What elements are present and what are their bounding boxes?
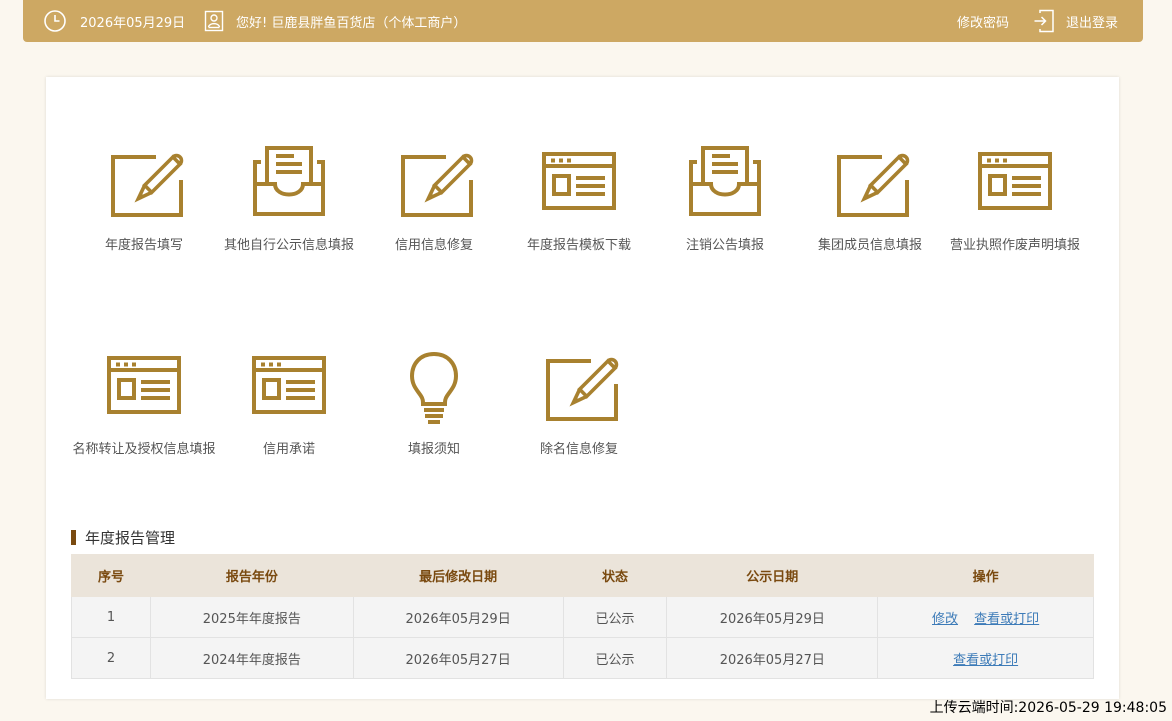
tile-label: 填报须知 xyxy=(407,442,460,457)
annual-report-section-title: 年度报告管理 xyxy=(71,528,176,547)
tile-annual-report-fill[interactable]: 年度报告填写 xyxy=(71,142,217,255)
tile-credit-commitment[interactable]: 信用承诺 xyxy=(216,346,362,459)
tile-label: 年度报告填写 xyxy=(104,238,183,253)
inbox-tray-icon xyxy=(253,146,325,216)
cell-modified: 2026年05月27日 xyxy=(352,637,564,679)
edit-pencil-icon xyxy=(546,355,619,421)
cell-publish: 2026年05月29日 xyxy=(666,596,879,638)
date-display: 2026年05月29日 xyxy=(43,0,185,42)
lightbulb-icon xyxy=(410,352,458,424)
top-header-bar: 2026年05月29日 您好! 巨鹿县胖鱼百货店（个体工商户） 修改密码 退出登… xyxy=(23,0,1143,42)
cell-actions: 修改 查看或打印 xyxy=(877,596,1094,638)
column-header-publish: 公示日期 xyxy=(666,554,879,597)
cell-year: 2025年年度报告 xyxy=(149,596,354,638)
column-header-modified: 最后修改日期 xyxy=(352,554,564,597)
column-header-index: 序号 xyxy=(71,554,151,597)
tile-group-member-fill[interactable]: 集团成员信息填报 xyxy=(797,142,943,255)
edit-pencil-icon xyxy=(837,151,910,217)
tile-removal-repair[interactable]: 除名信息修复 xyxy=(506,346,652,459)
cell-index: 1 xyxy=(71,596,151,638)
tile-label: 注销公告填报 xyxy=(685,238,764,253)
cell-status: 已公示 xyxy=(562,596,668,638)
edit-report-link[interactable]: 修改 xyxy=(932,612,958,627)
section-accent-bar xyxy=(71,529,76,545)
tile-filing-instructions[interactable]: 填报须知 xyxy=(361,346,507,459)
tile-name-transfer-fill[interactable]: 名称转让及授权信息填报 xyxy=(71,346,217,459)
tile-template-download[interactable]: 年度报告模板下载 xyxy=(506,142,652,255)
table-row: 1 2025年年度报告 2026年05月29日 已公示 2026年05月29日 … xyxy=(71,596,1094,638)
cell-year: 2024年年度报告 xyxy=(149,637,354,679)
table-row: 2 2024年年度报告 2026年05月27日 已公示 2026年05月27日 … xyxy=(71,637,1094,679)
table-header-row: 序号 报告年份 最后修改日期 状态 公示日期 操作 xyxy=(71,554,1094,597)
section-title-text: 年度报告管理 xyxy=(85,528,176,547)
browser-window-icon xyxy=(978,152,1052,210)
tile-credit-repair[interactable]: 信用信息修复 xyxy=(361,142,507,255)
tile-label: 营业执照作废声明填报 xyxy=(949,238,1080,253)
user-badge-icon xyxy=(204,10,224,32)
browser-window-icon xyxy=(542,152,616,210)
logout-icon xyxy=(1034,9,1054,33)
upload-time: 上传云端时间:2026-05-29 19:48:05 xyxy=(929,700,1167,716)
column-header-status: 状态 xyxy=(562,554,668,597)
tile-label: 信用承诺 xyxy=(262,442,315,457)
tile-license-void-statement[interactable]: 营业执照作废声明填报 xyxy=(942,142,1088,255)
edit-pencil-icon xyxy=(401,151,474,217)
view-print-link[interactable]: 查看或打印 xyxy=(953,653,1018,668)
edit-pencil-icon xyxy=(111,151,184,217)
cell-publish: 2026年05月27日 xyxy=(666,637,879,679)
browser-window-icon xyxy=(107,356,181,414)
tile-label: 除名信息修复 xyxy=(539,442,618,457)
cell-status: 已公示 xyxy=(562,637,668,679)
browser-window-icon xyxy=(252,356,326,414)
cell-index: 2 xyxy=(71,637,151,679)
tile-label: 集团成员信息填报 xyxy=(817,238,922,253)
column-header-actions: 操作 xyxy=(877,554,1094,597)
tile-cancellation-notice[interactable]: 注销公告填报 xyxy=(652,142,798,255)
tile-other-publicity-fill[interactable]: 其他自行公示信息填报 xyxy=(216,142,362,255)
annual-report-table: 序号 报告年份 最后修改日期 状态 公示日期 操作 1 2025年年度报告 20… xyxy=(71,554,1094,679)
change-password-link[interactable]: 修改密码 xyxy=(957,0,1009,42)
tile-label: 其他自行公示信息填报 xyxy=(223,238,354,253)
view-print-link[interactable]: 查看或打印 xyxy=(974,612,1039,627)
logout-button[interactable]: 退出登录 xyxy=(1033,0,1118,42)
user-greeting: 您好! 巨鹿县胖鱼百货店（个体工商户） xyxy=(204,0,466,42)
current-date: 2026年05月29日 xyxy=(80,15,186,31)
column-header-year: 报告年份 xyxy=(149,554,354,597)
logout-label: 退出登录 xyxy=(1066,15,1119,31)
cell-actions: 查看或打印 xyxy=(877,637,1094,679)
greeting-text: 您好! 巨鹿县胖鱼百货店（个体工商户） xyxy=(236,15,467,31)
tile-label: 年度报告模板下载 xyxy=(526,238,631,253)
clock-icon xyxy=(44,10,66,32)
inbox-tray-icon xyxy=(689,146,761,216)
tile-label: 信用信息修复 xyxy=(394,238,473,253)
tile-label: 名称转让及授权信息填报 xyxy=(72,442,216,457)
cell-modified: 2026年05月29日 xyxy=(352,596,564,638)
